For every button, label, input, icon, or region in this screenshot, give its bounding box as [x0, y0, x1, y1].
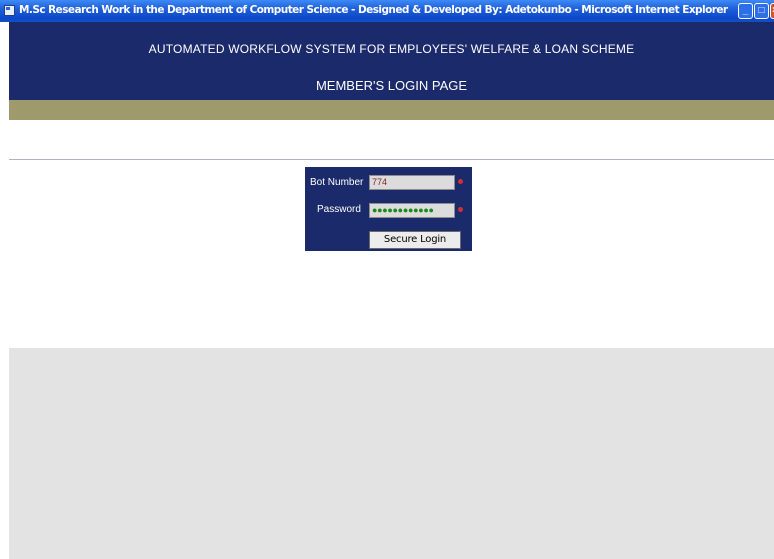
page-header: AUTOMATED WORKFLOW SYSTEM FOR EMPLOYEES'…	[9, 22, 774, 100]
window-titlebar: M.Sc Research Work in the Department of …	[0, 0, 774, 22]
required-marker-icon	[458, 207, 463, 212]
secure-login-button[interactable]: Secure Login	[369, 231, 461, 249]
password-input[interactable]: ●●●●●●●●●●●●	[369, 203, 455, 218]
content-area	[9, 348, 774, 559]
header-band	[9, 100, 774, 120]
ie-window-icon[interactable]	[4, 5, 15, 16]
close-icon[interactable]: ×	[770, 3, 774, 19]
login-form: Bot Number 774 Password ●●●●●●●●●●●● Sec…	[305, 167, 472, 251]
divider	[9, 159, 774, 160]
window-title: M.Sc Research Work in the Department of …	[19, 4, 728, 16]
bot-number-input[interactable]: 774	[369, 175, 455, 190]
minimize-icon[interactable]: _	[738, 3, 753, 19]
password-label: Password	[317, 204, 361, 215]
page-title: MEMBER'S LOGIN PAGE	[315, 78, 468, 93]
maximize-icon[interactable]: □	[754, 3, 769, 19]
bot-number-label: Bot Number	[310, 177, 364, 188]
required-marker-icon	[458, 179, 463, 184]
app-title: AUTOMATED WORKFLOW SYSTEM FOR EMPLOYEES'…	[148, 42, 635, 56]
